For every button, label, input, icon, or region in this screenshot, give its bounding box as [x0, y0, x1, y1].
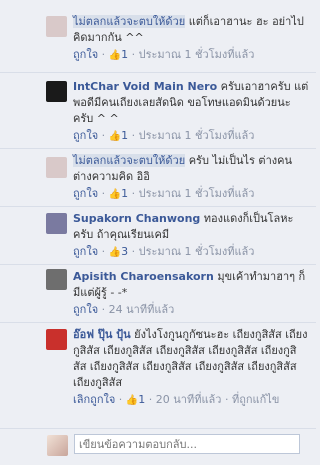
comment-item: Apisith Charoensakorn มุขเค้าทำมาฮาๆ ก็ม… — [0, 264, 316, 322]
comment-author[interactable]: Apisith Charoensakorn — [73, 270, 214, 283]
unlike-link[interactable]: เลิกถูกใจ — [73, 393, 115, 406]
avatar[interactable] — [46, 329, 67, 350]
comment-item: Supakorn Chanwong ทองแดงก็เป็นโลหะครับ ถ… — [0, 206, 316, 264]
avatar[interactable] — [46, 16, 67, 37]
thumbs-up-icon: 👍 — [108, 189, 122, 200]
comment-meta: ถูกใจ · 👍1 · ประมาณ 1 ชั่วโมงที่แล้ว — [73, 48, 255, 61]
comment-author[interactable]: อ๊อฟ ปุ๊น ปุ้น — [73, 328, 131, 341]
avatar[interactable] — [46, 81, 67, 102]
like-count[interactable]: 3 — [121, 245, 128, 258]
like-count[interactable]: 1 — [138, 393, 145, 406]
comment-author[interactable]: ไม่ตลกแล้วจะตบให้ด้วย — [73, 154, 186, 167]
avatar[interactable] — [46, 213, 67, 234]
comment-thread: ไม่ตลกแล้วจะตบให้ด้วย แต่ก็เอาฮานะ ฮะ อย… — [0, 0, 316, 465]
timestamp: ประมาณ 1 ชั่วโมงที่แล้ว — [138, 48, 255, 61]
comment-meta: เลิกถูกใจ · 👍1 · 20 นาทีที่แล้ว · ที่ถูก… — [73, 393, 280, 406]
comment-author[interactable]: ไม่ตลกแล้วจะตบให้ด้วย — [73, 15, 186, 28]
comment-item: IntChar Void Main Nero ครับเอาฮาครับ แต่… — [0, 72, 316, 148]
like-count[interactable]: 1 — [121, 129, 128, 142]
comment-meta: ถูกใจ · 24 นาทีที่แล้ว — [73, 303, 175, 316]
reply-box — [0, 428, 316, 465]
comment-author[interactable]: Supakorn Chanwong — [73, 212, 200, 225]
like-link[interactable]: ถูกใจ — [73, 48, 98, 61]
comment-author[interactable]: IntChar Void Main Nero — [73, 80, 217, 93]
comment-meta: ถูกใจ · 👍1 · ประมาณ 1 ชั่วโมงที่แล้ว — [73, 129, 255, 142]
avatar[interactable] — [46, 157, 67, 178]
avatar — [47, 435, 68, 456]
like-link[interactable]: ถูกใจ — [73, 303, 98, 316]
comment-item: ไม่ตลกแล้วจะตบให้ด้วย ครับ ไม่เป็นไร ต่า… — [0, 148, 316, 206]
timestamp: 20 นาทีที่แล้ว — [155, 393, 222, 406]
comment-item: อ๊อฟ ปุ๊น ปุ้น ยังไงโงกูนกูกัซนะฮะ เถียง… — [0, 322, 316, 428]
thumbs-up-icon: 👍 — [125, 395, 139, 406]
thumbs-up-icon: 👍 — [108, 247, 122, 258]
timestamp: ประมาณ 1 ชั่วโมงที่แล้ว — [138, 245, 255, 258]
timestamp: ประมาณ 1 ชั่วโมงที่แล้ว — [138, 129, 255, 142]
like-link[interactable]: ถูกใจ — [73, 129, 98, 142]
thumbs-up-icon: 👍 — [108, 50, 122, 61]
like-link[interactable]: ถูกใจ — [73, 187, 98, 200]
comment-item: ไม่ตลกแล้วจะตบให้ด้วย แต่ก็เอาฮานะ ฮะ อย… — [0, 8, 316, 72]
timestamp: ประมาณ 1 ชั่วโมงที่แล้ว — [138, 187, 255, 200]
like-count[interactable]: 1 — [121, 187, 128, 200]
reply-input[interactable] — [74, 434, 300, 454]
like-count[interactable]: 1 — [121, 48, 128, 61]
avatar[interactable] — [46, 269, 67, 290]
comment-meta: ถูกใจ · 👍3 · ประมาณ 1 ชั่วโมงที่แล้ว — [73, 245, 255, 258]
like-link[interactable]: ถูกใจ — [73, 245, 98, 258]
comment-meta: ถูกใจ · 👍1 · ประมาณ 1 ชั่วโมงที่แล้ว — [73, 187, 255, 200]
timestamp: 24 นาทีที่แล้ว — [108, 303, 175, 316]
edited-label[interactable]: ที่ถูกแก้ไข — [232, 393, 279, 406]
thumbs-up-icon: 👍 — [108, 131, 122, 142]
